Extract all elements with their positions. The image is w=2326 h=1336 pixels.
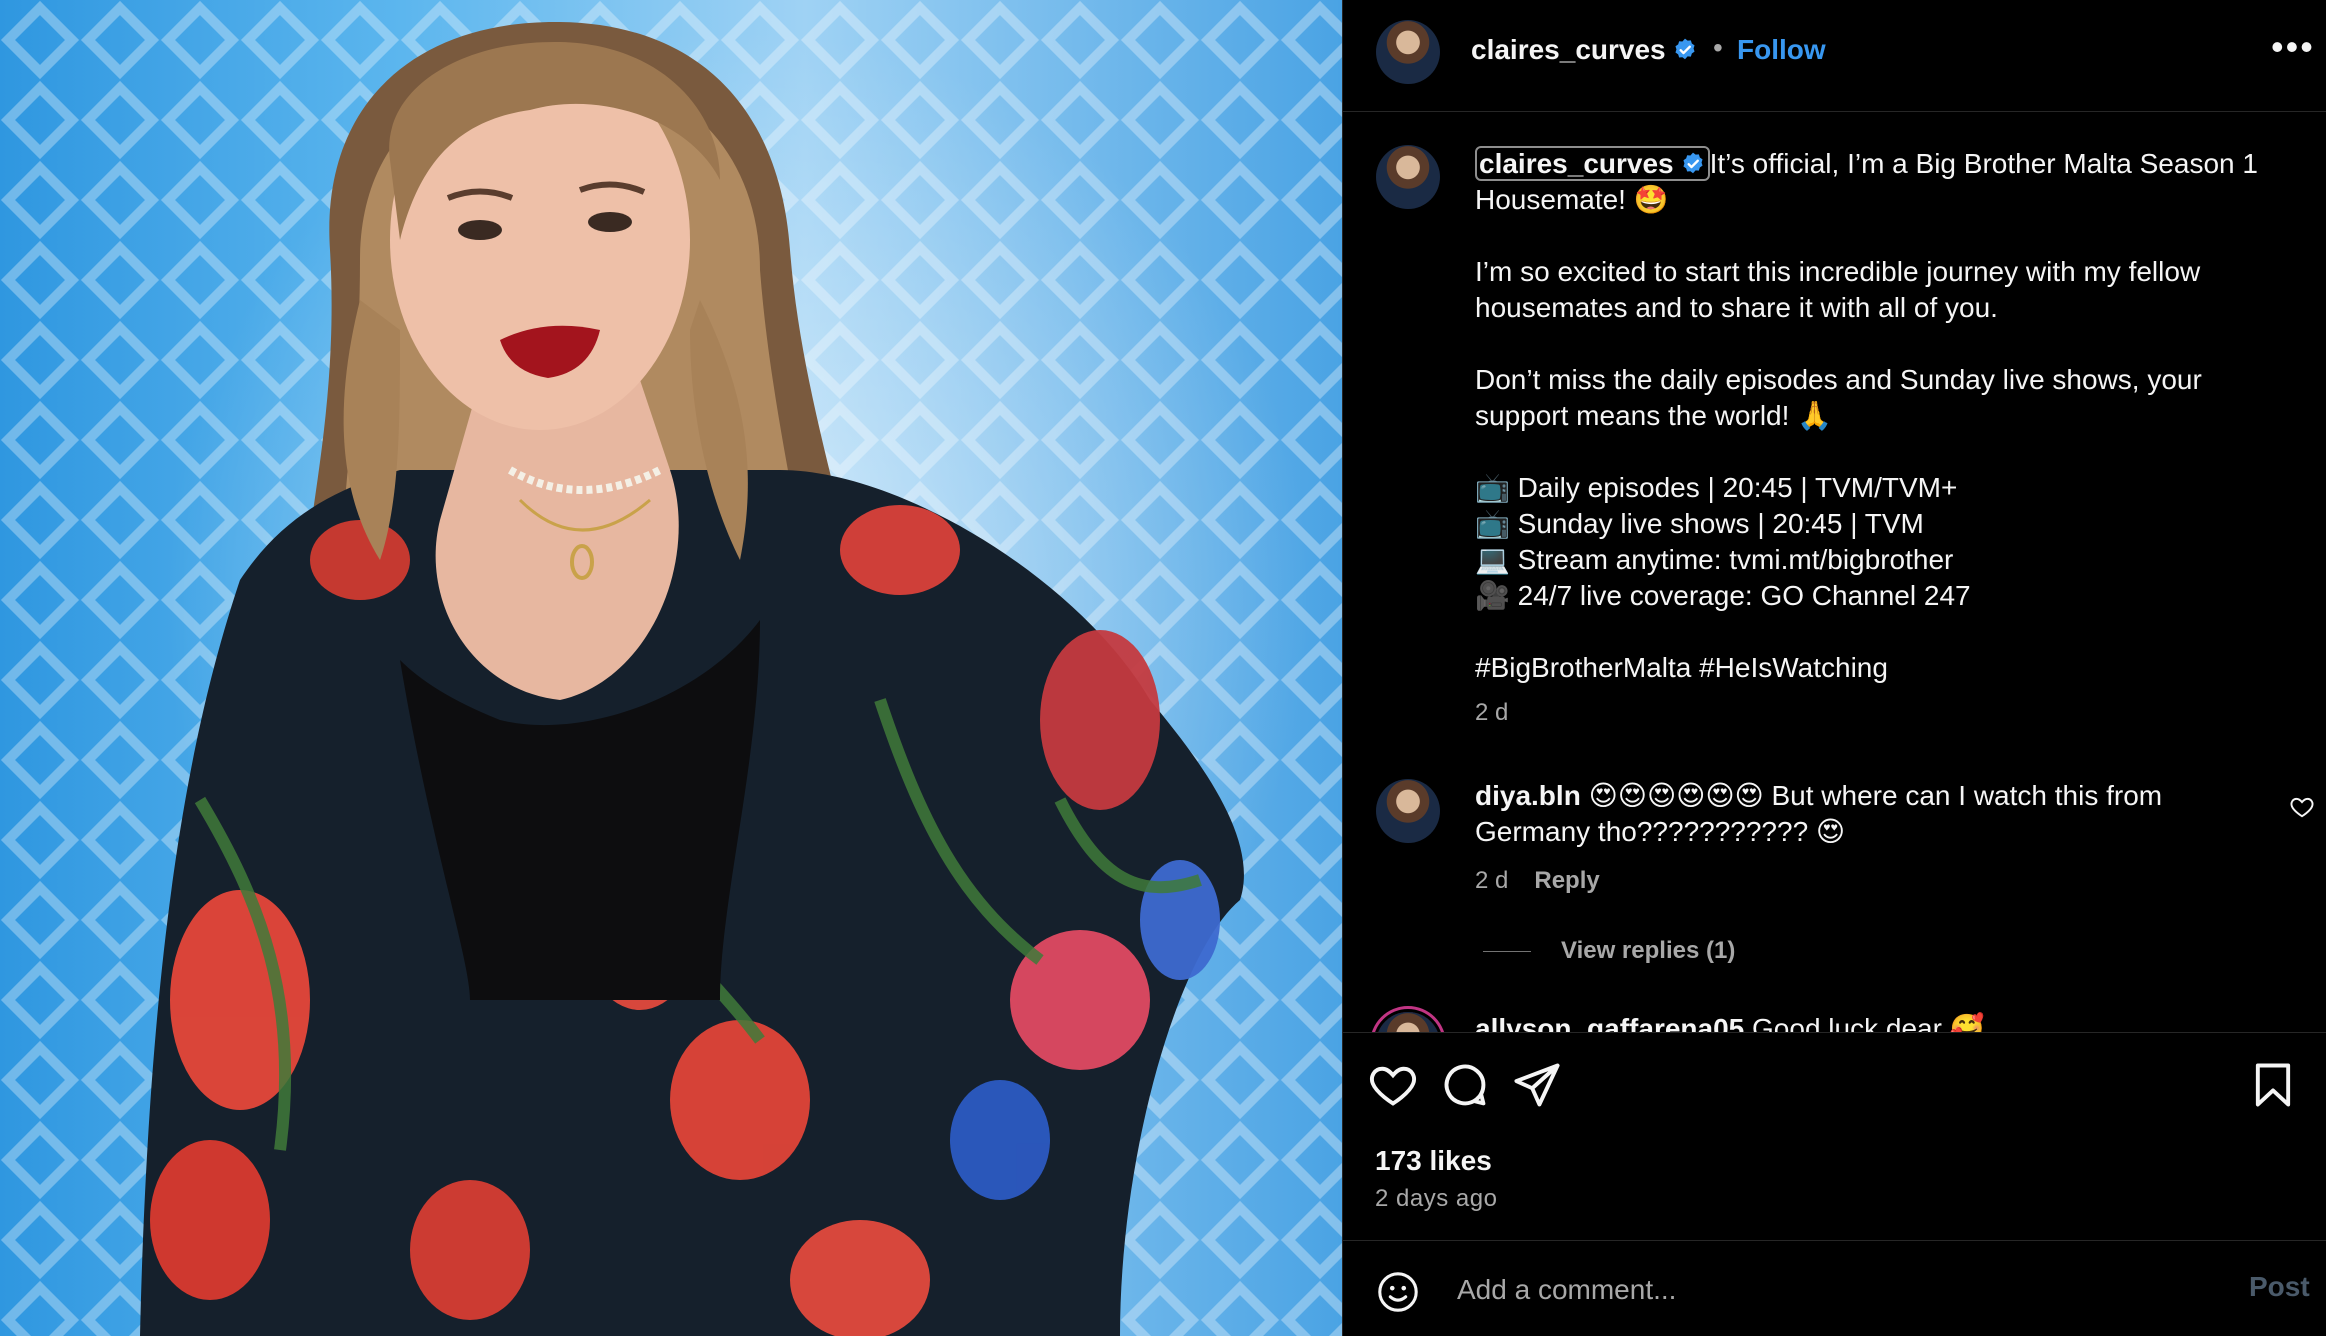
caption-username-text[interactable]: claires_curves	[1479, 148, 1674, 179]
comment-timestamp: 2 d	[1475, 867, 1509, 894]
comment-composer: Post	[1343, 1240, 2326, 1336]
commenter-username[interactable]: diya.bln	[1475, 780, 1581, 811]
bookmark-icon[interactable]	[2247, 1059, 2299, 1111]
verified-badge-icon	[1675, 38, 1695, 60]
post-photo[interactable]	[0, 0, 1342, 1336]
caption-schedule: 📺 Daily episodes | 20:45 | TVM/TVM+ 📺 Su…	[1475, 470, 2275, 614]
comment-item: allyson_gaffarena05 Good luck dear 🥰	[1475, 1012, 1985, 1032]
schedule-line: 💻 Stream anytime: tvmi.mt/bigbrother	[1475, 544, 1954, 575]
replies-divider	[1483, 951, 1531, 953]
verified-badge-icon	[1683, 152, 1703, 174]
likes-count[interactable]: 173 likes	[1375, 1145, 1492, 1177]
post-detail-panel: claires_curves • Follow ••• claires_curv…	[1342, 0, 2326, 1336]
follow-button[interactable]: Follow	[1737, 34, 1826, 66]
heart-icon[interactable]	[1367, 1059, 1419, 1111]
commenter-username[interactable]: allyson_gaffarena05	[1475, 1013, 1744, 1032]
comment-meta: 2 d Reply	[1475, 867, 1600, 895]
paper-plane-icon[interactable]	[1511, 1059, 1563, 1111]
author-avatar[interactable]	[1376, 20, 1440, 84]
comment-text: Good luck dear 🥰	[1744, 1013, 1985, 1032]
caption-line: Don’t miss the daily episodes and Sunday…	[1475, 364, 2202, 431]
author-username-text[interactable]: claires_curves	[1471, 34, 1666, 65]
reply-button[interactable]: Reply	[1534, 867, 1599, 894]
view-replies-button[interactable]: View replies (1)	[1483, 937, 1735, 965]
post-caption: claires_curves It’s official, I’m a Big B…	[1475, 146, 2275, 722]
caption-timestamp: 2 d	[1475, 699, 1509, 726]
schedule-line: 📺 Daily episodes | 20:45 | TVM/TVM+	[1475, 472, 1958, 503]
more-options-icon[interactable]: •••	[2271, 26, 2315, 68]
heart-outline-icon[interactable]	[2289, 794, 2315, 820]
author-username[interactable]: claires_curves	[1471, 34, 1698, 66]
comment-item: diya.bln 😍😍😍😍😍😍 But where can I watch th…	[1475, 778, 2235, 850]
person-figure	[140, 21, 1244, 1336]
schedule-line: 🎥 24/7 live coverage: GO Channel 247	[1475, 580, 1971, 611]
caption-line: I’m so excited to start this incredible …	[1475, 256, 2201, 323]
comment-bubble-icon[interactable]	[1439, 1059, 1491, 1111]
commenter-avatar[interactable]	[1376, 779, 1440, 843]
header-separator: •	[1713, 32, 1723, 63]
post-header: claires_curves • Follow •••	[1343, 0, 2326, 112]
caption-username[interactable]: claires_curves	[1475, 146, 1710, 181]
caption-hashtags[interactable]: #BigBrotherMalta #HeIsWatching	[1475, 650, 2275, 686]
view-replies-label[interactable]: View replies (1)	[1561, 937, 1735, 964]
schedule-line: 📺 Sunday live shows | 20:45 | TVM	[1475, 508, 1924, 539]
comment-input[interactable]	[1455, 1265, 2159, 1315]
post-actions: 173 likes 2 days ago	[1343, 1032, 2326, 1242]
emoji-smiley-icon[interactable]	[1375, 1269, 1421, 1315]
commenter-avatar-story[interactable]	[1376, 1012, 1440, 1032]
comments-scroll-area[interactable]: claires_curves It’s official, I’m a Big B…	[1343, 112, 2326, 1032]
caption-author-avatar[interactable]	[1376, 145, 1440, 209]
post-comment-button[interactable]: Post	[2249, 1271, 2310, 1303]
post-timestamp: 2 days ago	[1375, 1185, 1498, 1212]
